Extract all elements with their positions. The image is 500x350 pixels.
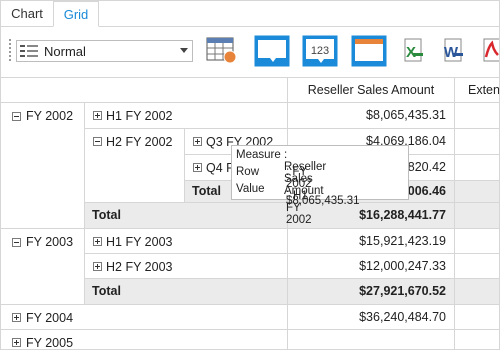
value-cell[interactable]: $12,000,247.33: [288, 254, 455, 279]
row-label: H2 FY 2002: [106, 135, 173, 149]
svg-text:123: 123: [311, 45, 329, 57]
excel-export-button[interactable]: X: [399, 35, 427, 67]
row-header-h2fy2002: H2 FY 2002: [85, 129, 185, 203]
value-cell[interactable]: [455, 229, 499, 254]
layout-list-icon: [20, 45, 38, 57]
value-cell[interactable]: [455, 155, 499, 181]
layout-select-value: Normal: [44, 44, 86, 59]
chart-type-button[interactable]: [254, 35, 290, 67]
row-header-h1fy2002: H1 FY 2002: [85, 103, 288, 129]
row-label: H1 FY 2003: [106, 235, 173, 249]
row-label: FY 2002: [26, 109, 74, 123]
tooltip-key: Row: [236, 166, 260, 178]
window-button[interactable]: [351, 35, 387, 67]
column-header-label: Reseller Sales Amount: [307, 83, 435, 97]
cell-tooltip: Measure : Reseller Sales Amount Row : FY…: [231, 145, 409, 226]
chevron-down-icon[interactable]: [180, 48, 188, 53]
number-format-button[interactable]: 123: [302, 35, 338, 67]
corner-header-cell: [1, 77, 288, 103]
collapse-icon[interactable]: [93, 137, 102, 146]
toolbar: Normal 123 X W: [1, 27, 499, 73]
expand-icon[interactable]: [12, 338, 21, 347]
value-cell[interactable]: [455, 330, 499, 349]
grid-layout-icon: [206, 37, 237, 64]
row-label: H2 FY 2003: [106, 260, 173, 274]
value-cell[interactable]: $8,065,435.31: [288, 103, 455, 129]
tooltip-key: Measure: [236, 149, 281, 161]
total-value-cell[interactable]: $27,921,670.52: [288, 279, 455, 305]
collapse-icon[interactable]: [12, 238, 21, 247]
window-icon: [351, 35, 387, 67]
grid-layout-button[interactable]: [205, 35, 239, 67]
value-cell[interactable]: $36,240,484.70: [288, 305, 455, 330]
column-header-extended[interactable]: Exten: [455, 77, 500, 103]
chart-type-icon: [254, 35, 290, 67]
tooltip-value: : $8,065,435.31: [286, 183, 360, 207]
pivot-grid-window: Chart Grid Normal 123 X W Reseller Sales…: [0, 0, 500, 350]
row-header-fy2005: FY 2005: [1, 330, 288, 350]
expand-icon[interactable]: [12, 313, 21, 322]
pivot-grid: Reseller Sales Amount Exten FY 2002 H1 F…: [1, 77, 500, 350]
pdf-export-button[interactable]: [478, 35, 499, 67]
expand-icon[interactable]: [93, 237, 102, 246]
row-header-fy2002-total: Total: [85, 203, 288, 229]
value-cell[interactable]: [455, 103, 499, 129]
row-header-fy2003: FY 2003: [1, 229, 85, 305]
value-cell[interactable]: $15,921,423.19: [288, 229, 455, 254]
expand-icon[interactable]: [93, 111, 102, 120]
total-value-cell[interactable]: [455, 181, 499, 203]
tab-chart[interactable]: Chart: [5, 1, 49, 26]
row-label: H1 FY 2002: [106, 109, 173, 123]
row-header-h1fy2003: H1 FY 2003: [85, 229, 288, 254]
pdf-export-icon: [483, 38, 499, 62]
value-cell[interactable]: [455, 254, 499, 279]
toolbar-grip[interactable]: [9, 39, 11, 61]
column-header-label: Exten: [468, 83, 500, 97]
column-header-reseller-sales[interactable]: Reseller Sales Amount: [288, 77, 455, 103]
expand-icon[interactable]: [193, 163, 202, 172]
tooltip-key: Value: [236, 183, 265, 195]
row-label: FY 2004: [26, 311, 74, 325]
row-label: FY 2003: [26, 235, 74, 249]
svg-text:W: W: [444, 44, 459, 61]
row-header-fy2002: FY 2002: [1, 103, 85, 229]
layout-select[interactable]: Normal: [16, 40, 193, 62]
value-cell[interactable]: [455, 305, 499, 330]
number-format-icon: 123: [302, 35, 338, 67]
expand-icon[interactable]: [193, 137, 202, 146]
total-value-cell[interactable]: [455, 203, 499, 229]
word-export-button[interactable]: W: [437, 35, 467, 67]
svg-text:X: X: [406, 44, 416, 61]
row-header-h2fy2003: H2 FY 2003: [85, 254, 288, 279]
tab-grid[interactable]: Grid: [53, 1, 99, 27]
word-export-icon: W: [444, 38, 463, 62]
row-label: FY 2005: [26, 336, 74, 350]
value-cell[interactable]: [288, 330, 455, 349]
total-value-cell[interactable]: [455, 279, 499, 305]
expand-icon[interactable]: [93, 262, 102, 271]
excel-export-icon: X: [404, 38, 423, 62]
tab-bar: Chart Grid: [1, 1, 499, 27]
row-header-fy2004: FY 2004: [1, 305, 288, 330]
collapse-icon[interactable]: [12, 112, 21, 121]
row-header-fy2003-total: Total: [85, 279, 288, 305]
value-cell[interactable]: [455, 129, 499, 155]
